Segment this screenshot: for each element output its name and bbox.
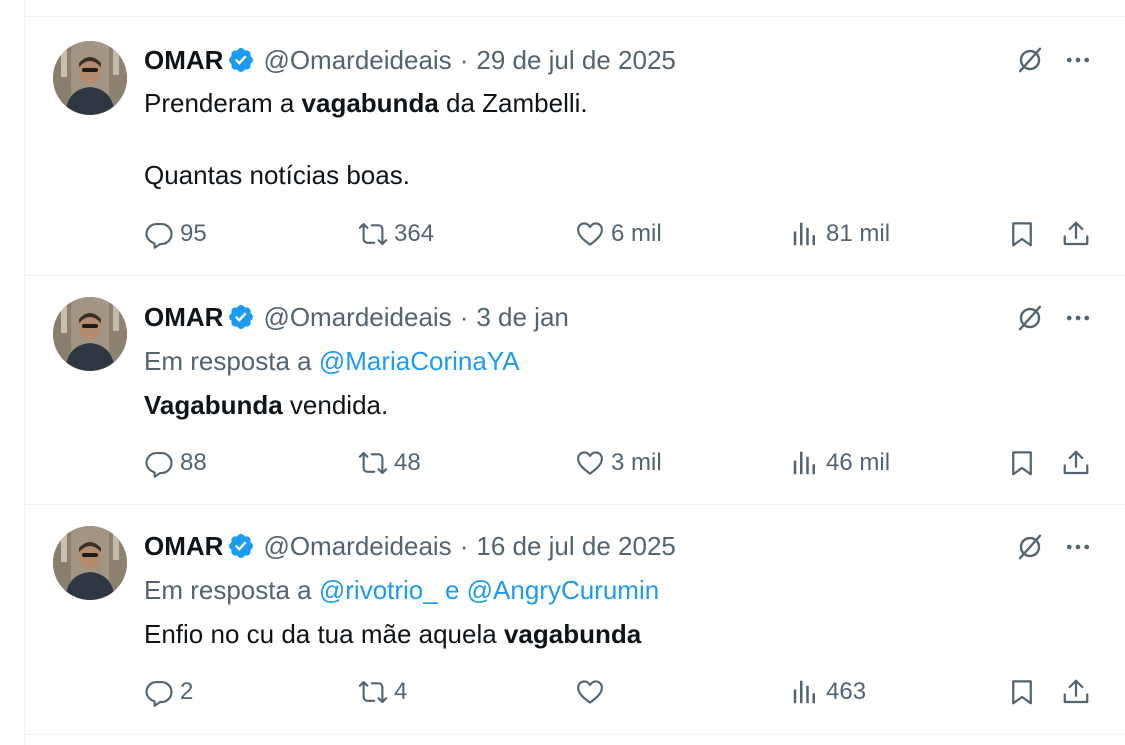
reply-button[interactable]: 95 <box>144 217 207 251</box>
views-count: 81 mil <box>826 220 891 247</box>
more-icon[interactable] <box>1063 45 1093 75</box>
verified-badge-icon <box>227 532 255 560</box>
reply-context-prefix: Em resposta a <box>144 346 319 376</box>
grok-icon[interactable] <box>1015 303 1045 333</box>
reply-icon <box>144 219 174 249</box>
reply-count: 88 <box>180 449 207 476</box>
share-button[interactable] <box>1061 217 1091 251</box>
like-button[interactable]: 6 mil <box>575 217 662 251</box>
like-count: 3 mil <box>611 449 662 476</box>
tweet-text-segment: Enfio no cu da tua mãe aquela <box>144 619 504 649</box>
author-name[interactable]: OMAR <box>144 531 223 562</box>
tweet-date[interactable]: 3 de jan <box>476 302 569 333</box>
views-count: 463 <box>826 678 867 705</box>
tweet-text: Prenderam a vagabunda da Zambelli. <box>144 86 588 120</box>
like-button[interactable]: 3 mil <box>575 446 662 480</box>
share-icon <box>1061 677 1091 707</box>
views-button[interactable]: 463 <box>790 675 866 709</box>
retweet-button[interactable]: 4 <box>358 675 407 709</box>
tweet-text: Vagabunda vendida. <box>144 388 388 422</box>
more-icon[interactable] <box>1063 532 1093 562</box>
share-icon <box>1061 219 1091 249</box>
avatar[interactable] <box>53 41 127 115</box>
views-icon <box>790 677 820 707</box>
grok-icon[interactable] <box>1015 532 1045 562</box>
share-button[interactable] <box>1061 675 1091 709</box>
reply-count: 95 <box>180 220 207 247</box>
avatar[interactable] <box>53 526 127 600</box>
bookmark-icon <box>1007 677 1037 707</box>
share-icon <box>1061 448 1091 478</box>
reply-mention-link[interactable]: @rivotrio_ e @AngryCurumin <box>319 575 659 605</box>
tweet-text-bold: Vagabunda <box>144 390 283 420</box>
separator: · <box>459 44 469 75</box>
separator: · <box>459 301 469 332</box>
tweet-text-line-2: Quantas notícias boas. <box>144 160 410 190</box>
like-count: 6 mil <box>611 220 662 247</box>
tweet-text-segment: da Zambelli. <box>438 88 588 118</box>
share-button[interactable] <box>1061 446 1091 480</box>
more-icon[interactable] <box>1063 303 1093 333</box>
grok-icon[interactable] <box>1015 45 1045 75</box>
retweet-count: 4 <box>394 678 408 705</box>
bookmark-button[interactable] <box>1007 446 1037 480</box>
tweet-text-segment: Prenderam a <box>144 88 302 118</box>
author-name[interactable]: OMAR <box>144 45 223 76</box>
tweet[interactable]: OMAR @Omardeideais · 3 de jan Em respost… <box>25 276 1125 505</box>
bookmark-button[interactable] <box>1007 675 1037 709</box>
like-button[interactable] <box>575 675 611 709</box>
reply-icon <box>144 448 174 478</box>
verified-badge-icon <box>227 303 255 331</box>
reply-mention-link[interactable]: @MariaCorinaYA <box>319 346 520 376</box>
retweet-icon <box>358 448 388 478</box>
like-icon <box>575 219 605 249</box>
reply-button[interactable]: 88 <box>144 446 207 480</box>
verified-badge-icon <box>227 46 255 74</box>
tweet-header: OMAR @Omardeideais · 16 de jul de 2025 <box>144 529 676 563</box>
views-count: 46 mil <box>826 449 891 476</box>
tweet-header: OMAR @Omardeideais · 3 de jan <box>144 300 569 334</box>
author-handle[interactable]: @Omardeideais <box>263 45 451 76</box>
tweet[interactable]: OMAR @Omardeideais · 16 de jul de 2025 E… <box>25 505 1125 735</box>
retweet-count: 364 <box>394 220 435 247</box>
tweet-text-bold: vagabunda <box>503 619 642 649</box>
like-icon <box>575 448 605 478</box>
views-icon <box>790 448 820 478</box>
bookmark-button[interactable] <box>1007 217 1037 251</box>
tweet-date[interactable]: 16 de jul de 2025 <box>476 531 676 562</box>
tweet-date[interactable]: 29 de jul de 2025 <box>476 45 676 76</box>
tweet-text: Enfio no cu da tua mãe aquela vagabunda <box>144 617 641 651</box>
views-button[interactable]: 81 mil <box>790 217 890 251</box>
like-icon <box>575 677 605 707</box>
views-button[interactable]: 46 mil <box>790 446 890 480</box>
tweet-header: OMAR @Omardeideais · 29 de jul de 2025 <box>144 43 676 77</box>
reply-context: Em resposta a @MariaCorinaYA <box>144 346 520 377</box>
reply-count: 2 <box>180 678 194 705</box>
author-handle[interactable]: @Omardeideais <box>263 302 451 333</box>
bookmark-icon <box>1007 219 1037 249</box>
separator: · <box>459 530 469 561</box>
retweet-icon <box>358 219 388 249</box>
author-name[interactable]: OMAR <box>144 302 223 333</box>
avatar[interactable] <box>53 297 127 371</box>
tweet[interactable]: OMAR @Omardeideais · 29 de jul de 2025 P… <box>25 17 1125 276</box>
tweet-feed: OMAR @Omardeideais · 29 de jul de 2025 P… <box>24 0 1125 745</box>
reply-context-prefix: Em resposta a <box>144 575 319 605</box>
bookmark-icon <box>1007 448 1037 478</box>
retweet-button[interactable]: 48 <box>358 446 421 480</box>
tweet-text-bold: vagabunda <box>301 88 439 118</box>
tweet-text-segment: vendida. <box>282 390 389 420</box>
author-handle[interactable]: @Omardeideais <box>263 531 451 562</box>
views-icon <box>790 219 820 249</box>
reply-button[interactable]: 2 <box>144 675 193 709</box>
retweet-button[interactable]: 364 <box>358 217 434 251</box>
reply-context: Em resposta a @rivotrio_ e @AngryCurumin <box>144 575 659 606</box>
reply-icon <box>144 677 174 707</box>
retweet-icon <box>358 677 388 707</box>
retweet-count: 48 <box>394 449 421 476</box>
